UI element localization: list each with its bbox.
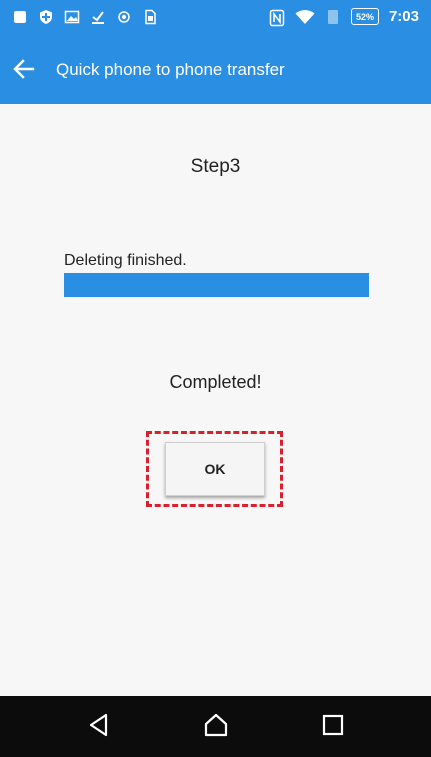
signal-icon [325,9,341,25]
download-icon [90,9,106,25]
back-button[interactable] [10,58,38,84]
nav-home-button[interactable] [199,710,233,744]
status-bar: 52% 7:03 [0,0,431,38]
nav-home-icon [203,713,229,742]
nav-recents-button[interactable] [316,710,350,744]
completed-text: Completed! [169,372,262,392]
nav-back-button[interactable] [82,710,116,744]
nfc-icon [269,9,285,26]
step-title: Step3 [190,156,241,177]
app-title: Quick phone to phone transfer [56,60,285,79]
app-bar: Quick phone to phone transfer [0,38,431,104]
nav-recents-icon [322,714,344,741]
arrow-left-icon [13,58,35,84]
wifi-icon [295,9,315,25]
nav-back-icon [88,713,110,742]
progress-bar [64,273,369,297]
status-icons-right: 52% 7:03 [269,8,419,26]
progress-bar-fill [64,273,369,297]
battery-level: 52% [355,11,374,22]
record-icon [116,9,132,25]
status-icons-left [12,9,158,25]
progress-label: Deleting finished. [64,252,187,269]
battery-icon: 52% [350,8,379,25]
navigation-bar [0,696,431,757]
sim-icon [142,9,158,25]
stop-icon [12,9,28,25]
shield-icon [38,9,54,25]
ok-button[interactable]: OK [165,442,265,496]
image-icon [64,9,80,25]
phone-screen: 52% 7:03 Quick phone to phone transfer S… [0,0,431,757]
clock: 7:03 [388,8,419,25]
